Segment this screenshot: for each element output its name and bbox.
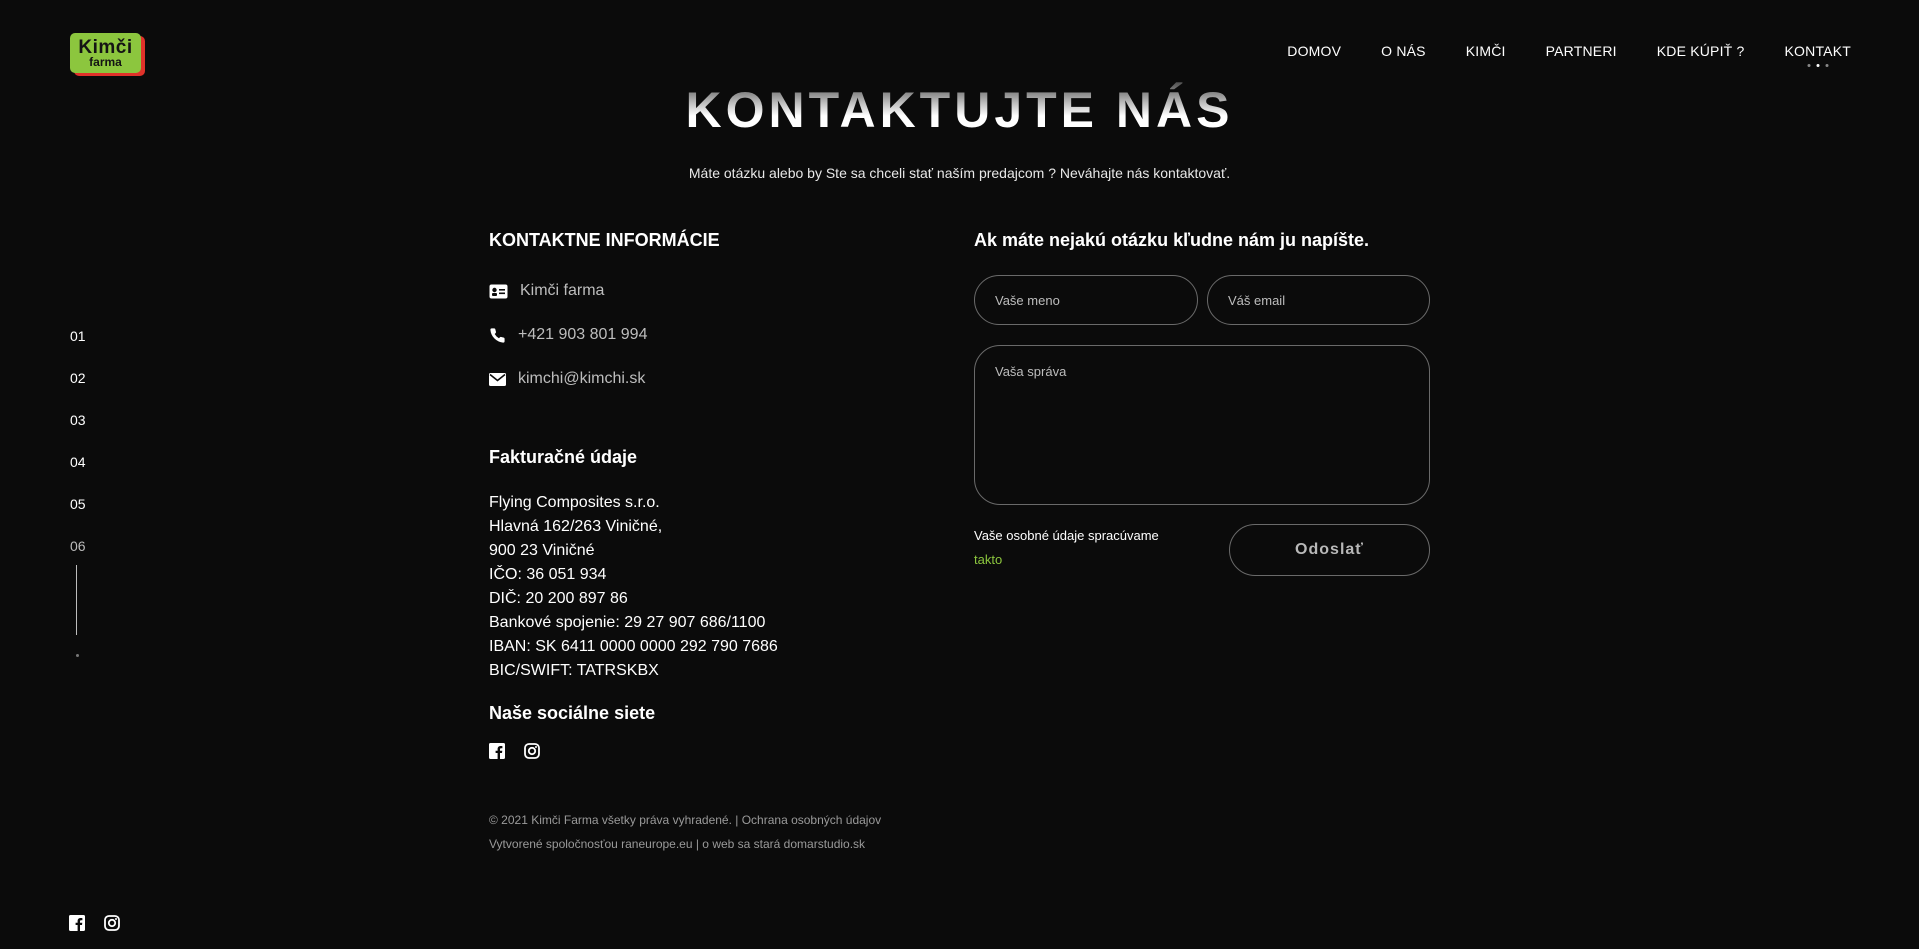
main-nav: DOMOV O NÁS KIMČI PARTNERI KDE KÚPIŤ ? K… xyxy=(1287,43,1851,67)
logo[interactable]: Kimči farma xyxy=(70,33,145,76)
billing-line: DIČ: 20 200 897 86 xyxy=(489,590,628,607)
billing-details: Flying Composites s.r.o. Hlavná 162/263 … xyxy=(489,491,889,683)
logo-subtext: farma xyxy=(89,55,122,69)
billing-line: IBAN: SK 6411 0000 0000 292 790 7686 xyxy=(489,638,778,655)
contact-row-phone: +421 903 801 994 xyxy=(489,313,889,357)
email-placeholder: Váš email xyxy=(1228,292,1286,308)
form-heading: Ak máte nejakú otázku kľudne nám ju napí… xyxy=(974,230,1370,250)
instagram-icon[interactable] xyxy=(524,743,540,764)
active-indicator xyxy=(1807,64,1829,67)
social-heading: Naše sociálne siete xyxy=(489,703,656,723)
id-card-icon xyxy=(489,284,508,299)
section-link-05[interactable]: 05 xyxy=(70,495,86,537)
message-textarea[interactable]: Vaša správa xyxy=(974,345,1430,505)
contact-info-heading: KONTAKTNE INFORMÁCIE xyxy=(489,230,720,250)
billing-line: Flying Composites s.r.o. xyxy=(489,494,660,511)
sidebar-social-links xyxy=(69,915,120,936)
page-subtitle: Máte otázku alebo by Ste sa chceli stať … xyxy=(688,165,1231,181)
billing-line: Hlavná 162/263 Viničné, xyxy=(489,518,663,535)
envelope-icon xyxy=(489,372,506,386)
company-name: Kimči farma xyxy=(520,282,605,299)
page-title: KONTAKTUJTE NÁS xyxy=(0,80,1919,140)
logo-badge: Kimči farma xyxy=(70,33,141,73)
facebook-icon[interactable] xyxy=(69,915,85,936)
section-progress-line xyxy=(76,565,77,635)
privacy-link[interactable]: takto xyxy=(974,552,1002,567)
billing-heading: Fakturačné údaje xyxy=(489,447,638,467)
section-link-04[interactable]: 04 xyxy=(70,453,86,495)
nav-item-kimci[interactable]: KIMČI xyxy=(1466,43,1506,59)
billing-line: IČO: 36 051 934 xyxy=(489,566,607,583)
section-nav: 01 02 03 04 05 06 xyxy=(70,327,86,579)
nav-item-domov[interactable]: DOMOV xyxy=(1287,43,1341,59)
email-input[interactable]: Váš email xyxy=(1207,275,1430,325)
contact-form: Ak máte nejakú otázku kľudne nám ju napí… xyxy=(974,228,1430,252)
nav-item-kontakt-wrap: KONTAKT xyxy=(1785,43,1851,67)
facebook-icon[interactable] xyxy=(489,743,505,764)
contact-row-email: kimchi@kimchi.sk xyxy=(489,357,889,401)
phone-icon xyxy=(489,327,506,344)
nav-item-kontakt[interactable]: KONTAKT xyxy=(1785,43,1851,59)
section-link-06[interactable]: 06 xyxy=(70,537,86,579)
billing-line: Bankové spojenie: 29 27 907 686/1100 xyxy=(489,614,766,631)
phone-link[interactable]: +421 903 801 994 xyxy=(518,326,647,344)
instagram-icon[interactable] xyxy=(104,915,120,936)
section-link-03[interactable]: 03 xyxy=(70,411,86,453)
email-link[interactable]: kimchi@kimchi.sk xyxy=(518,370,645,388)
section-link-01[interactable]: 01 xyxy=(70,327,86,369)
credits-text[interactable]: Vytvorené spoločnosťou raneurope.eu | o … xyxy=(489,832,889,856)
section-progress-dot xyxy=(76,654,79,657)
social-links xyxy=(489,743,889,764)
contact-info-column: KONTAKTNE INFORMÁCIE Kimči farma +421 90… xyxy=(489,228,889,856)
name-input[interactable]: Vaše meno xyxy=(974,275,1198,325)
consent-text: Vaše osobné údaje spracúvame xyxy=(974,528,1159,543)
message-placeholder: Vaša správa xyxy=(995,364,1067,379)
name-placeholder: Vaše meno xyxy=(995,292,1060,308)
nav-item-partneri[interactable]: PARTNERI xyxy=(1546,43,1617,59)
nav-item-kde-kupit[interactable]: KDE KÚPIŤ ? xyxy=(1657,43,1745,59)
submit-button[interactable]: Odoslať xyxy=(1229,524,1430,576)
billing-line: 900 23 Viničné xyxy=(489,542,595,559)
copyright-text[interactable]: © 2021 Kimči Farma všetky práva vyhraden… xyxy=(489,808,889,832)
nav-item-o-nas[interactable]: O NÁS xyxy=(1381,43,1426,59)
contact-row-company: Kimči farma xyxy=(489,269,889,313)
section-link-02[interactable]: 02 xyxy=(70,369,86,411)
billing-line: BIC/SWIFT: TATRSKBX xyxy=(489,662,659,679)
